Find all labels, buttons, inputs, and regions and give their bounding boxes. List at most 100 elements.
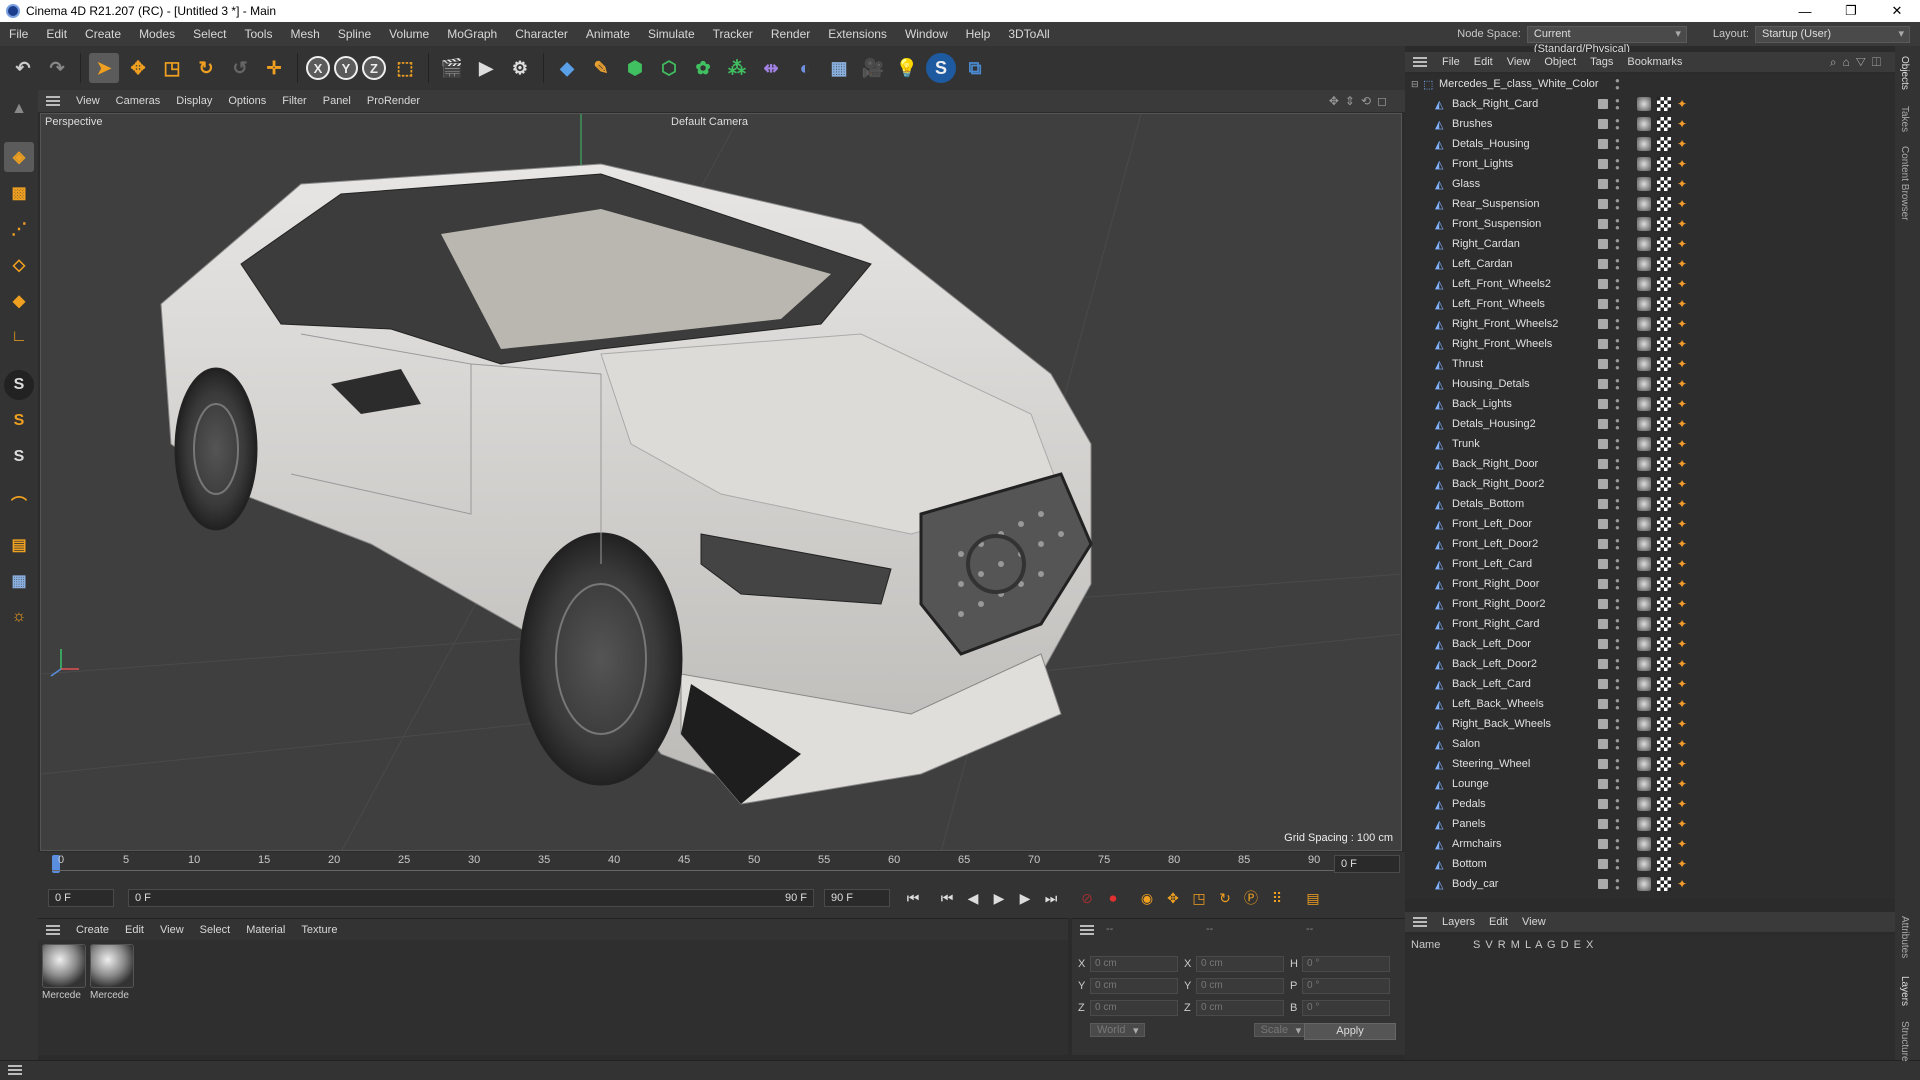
phong-tag-icon[interactable] — [1637, 337, 1651, 351]
texture-tag-icon[interactable] — [1657, 317, 1671, 331]
object-row[interactable]: ◭ Back_Lights ● ● ✦ — [1405, 394, 1895, 414]
phong-tag-icon[interactable] — [1637, 517, 1651, 531]
points-mode-icon[interactable]: ⋰ — [4, 214, 34, 244]
texture-tag-icon[interactable] — [1657, 457, 1671, 471]
material-tag-icon[interactable]: ✦ — [1677, 617, 1687, 631]
layer-dots-icon[interactable]: ● ● — [1615, 457, 1620, 472]
material-tag-icon[interactable]: ✦ — [1677, 777, 1687, 791]
object-row[interactable]: ◭ Right_Front_Wheels ● ● ✦ — [1405, 334, 1895, 354]
editor-visibility-icon[interactable] — [1598, 419, 1608, 429]
texture-tag-icon[interactable] — [1657, 637, 1671, 651]
texture-tag-icon[interactable] — [1657, 337, 1671, 351]
collapse-icon[interactable]: ⊟ — [1411, 79, 1419, 90]
material-tag-icon[interactable]: ✦ — [1677, 517, 1687, 531]
layout-dropdown[interactable]: Startup (User) — [1755, 25, 1910, 43]
material-tag-icon[interactable]: ✦ — [1677, 97, 1687, 111]
phong-tag-icon[interactable] — [1637, 477, 1651, 491]
phong-tag-icon[interactable] — [1637, 677, 1651, 691]
layer-dots-icon[interactable]: ● ● — [1615, 377, 1620, 392]
editor-visibility-icon[interactable] — [1598, 239, 1608, 249]
coordinate-system-icon[interactable]: ⬚ — [390, 53, 420, 83]
axis-mode-icon[interactable]: ∟ — [4, 322, 34, 352]
layer-dots-icon[interactable]: ● ● — [1615, 717, 1620, 732]
layer-dots-icon[interactable]: ● ● — [1615, 77, 1620, 92]
cube-icon[interactable]: ◆ — [552, 53, 582, 83]
texture-tag-icon[interactable] — [1657, 837, 1671, 851]
editor-visibility-icon[interactable] — [1598, 159, 1608, 169]
layer-dots-icon[interactable]: ● ● — [1615, 177, 1620, 192]
material-menu-texture[interactable]: Texture — [293, 924, 345, 936]
editor-visibility-icon[interactable] — [1598, 179, 1608, 189]
texture-tag-icon[interactable] — [1657, 697, 1671, 711]
key-scale-icon[interactable]: ◳ — [1186, 885, 1212, 911]
phong-tag-icon[interactable] — [1637, 557, 1651, 571]
layer-dots-icon[interactable]: ● ● — [1615, 597, 1620, 612]
phong-tag-icon[interactable] — [1637, 357, 1651, 371]
live-selection-icon[interactable]: ↺ — [225, 53, 255, 83]
material-tag-icon[interactable]: ✦ — [1677, 377, 1687, 391]
go-to-start-icon[interactable]: ⏮ — [900, 885, 926, 911]
editor-visibility-icon[interactable] — [1598, 459, 1608, 469]
layer-dots-icon[interactable]: ● ● — [1615, 417, 1620, 432]
object-row[interactable]: ◭ Back_Right_Card ● ● ✦ — [1405, 94, 1895, 114]
viewport-menu-filter[interactable]: Filter — [274, 95, 314, 107]
layer-dots-icon[interactable]: ● ● — [1615, 117, 1620, 132]
editor-visibility-icon[interactable] — [1598, 399, 1608, 409]
menu-mesh[interactable]: Mesh — [281, 27, 328, 41]
menu-tools[interactable]: Tools — [235, 27, 281, 41]
menu-mograph[interactable]: MoGraph — [438, 27, 506, 41]
material-tag-icon[interactable]: ✦ — [1677, 457, 1687, 471]
object-row[interactable]: ◭ Front_Left_Card ● ● ✦ — [1405, 554, 1895, 574]
menu-simulate[interactable]: Simulate — [639, 27, 704, 41]
sculpt-icon[interactable]: ☼ — [4, 602, 34, 632]
layer-dots-icon[interactable]: ● ● — [1615, 777, 1620, 792]
object-row[interactable]: ◭ Brushes ● ● ✦ — [1405, 114, 1895, 134]
tab-content-browser[interactable]: Content Browser — [1899, 146, 1910, 220]
phong-tag-icon[interactable] — [1637, 257, 1651, 271]
snap-settings-icon[interactable]: S — [4, 406, 34, 436]
layer-dots-icon[interactable]: ● ● — [1615, 757, 1620, 772]
texture-tag-icon[interactable] — [1657, 757, 1671, 771]
layer-dots-icon[interactable]: ● ● — [1615, 537, 1620, 552]
minimize-button[interactable]: — — [1782, 0, 1828, 22]
texture-tag-icon[interactable] — [1657, 417, 1671, 431]
texture-tag-icon[interactable] — [1657, 157, 1671, 171]
editor-visibility-icon[interactable] — [1598, 659, 1608, 669]
phong-tag-icon[interactable] — [1637, 717, 1651, 731]
tab-objects[interactable]: Objects — [1899, 56, 1910, 90]
material-tag-icon[interactable]: ✦ — [1677, 877, 1687, 891]
script-icon[interactable]: S — [926, 53, 956, 83]
phong-tag-icon[interactable] — [1637, 237, 1651, 251]
menu-character[interactable]: Character — [506, 27, 577, 41]
timeline-ruler[interactable]: 0 5 10 15 20 25 30 35 40 45 50 55 60 65 … — [38, 852, 1405, 878]
material-tag-icon[interactable]: ✦ — [1677, 637, 1687, 651]
object-row[interactable]: ◭ Housing_Detals ● ● ✦ — [1405, 374, 1895, 394]
camera-icon[interactable]: 🎥 — [858, 53, 888, 83]
viewport-menu-view[interactable]: View — [68, 95, 108, 107]
object-row[interactable]: ◭ Back_Left_Door ● ● ✦ — [1405, 634, 1895, 654]
phong-tag-icon[interactable] — [1637, 157, 1651, 171]
object-row[interactable]: ◭ Rear_Suspension ● ● ✦ — [1405, 194, 1895, 214]
layer-dots-icon[interactable]: ● ● — [1615, 257, 1620, 272]
texture-tag-icon[interactable] — [1657, 797, 1671, 811]
editor-visibility-icon[interactable] — [1598, 579, 1608, 589]
key-pla-icon[interactable]: ⠿ — [1264, 885, 1290, 911]
phong-tag-icon[interactable] — [1637, 537, 1651, 551]
perspective-viewport[interactable]: Perspective Default Camera Grid Spacing … — [40, 113, 1402, 851]
menu-volume[interactable]: Volume — [380, 27, 438, 41]
node-space-dropdown[interactable]: Current (Standard/Physical) — [1526, 25, 1687, 55]
material-item[interactable]: Mercede — [90, 944, 136, 1001]
viewport-camera-label[interactable]: Default Camera — [671, 116, 748, 128]
phong-tag-icon[interactable] — [1637, 397, 1651, 411]
editor-visibility-icon[interactable] — [1598, 859, 1608, 869]
subdivision-icon[interactable]: ⬢ — [620, 53, 650, 83]
material-tag-icon[interactable]: ✦ — [1677, 657, 1687, 671]
undo-icon[interactable]: ↶ — [8, 53, 38, 83]
menu-edit[interactable]: Edit — [37, 27, 76, 41]
texture-tag-icon[interactable] — [1657, 437, 1671, 451]
texture-tag-icon[interactable] — [1657, 597, 1671, 611]
key-rotation-icon[interactable]: ↻ — [1212, 885, 1238, 911]
material-tag-icon[interactable]: ✦ — [1677, 677, 1687, 691]
object-root-row[interactable]: ⊟ ⬚ Mercedes_E_class_White_Color ● ● — [1405, 74, 1895, 94]
position-y-field[interactable]: 0 cm — [1090, 978, 1178, 994]
